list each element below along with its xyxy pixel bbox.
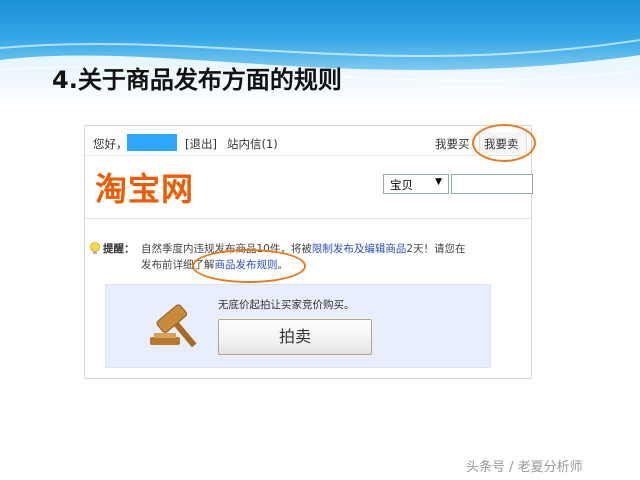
auction-button[interactable]: 拍卖 [218, 319, 372, 355]
divider [85, 218, 531, 219]
notice-text: 2天！请您在 [406, 243, 466, 255]
slide-title: 4.关于商品发布方面的规则 [52, 66, 342, 94]
top-bar: 您好， [退出] 站内信(1) 我要买 我要卖 [85, 132, 531, 156]
watermark: 头条号 / 老夏分析师 [466, 460, 583, 475]
chevron-down-icon: ▼ [435, 177, 442, 187]
rules-highlight-oval [192, 249, 306, 283]
search-input[interactable] [451, 174, 533, 194]
search-category-value: 宝贝 [390, 178, 413, 192]
search-category-select[interactable]: 宝贝 ▼ [383, 174, 449, 194]
notice-label: 提醒： [103, 243, 135, 255]
notice-line-1: 自然季度内违规发布商品10件，将被限制发布及编辑商品2天！请您在 [141, 242, 466, 257]
greeting-text: 您好， [93, 137, 128, 151]
auction-description: 无底价起拍让买家竞价购买。 [218, 299, 355, 311]
restriction-link[interactable]: 限制发布及编辑商品 [312, 243, 407, 255]
gavel-icon [150, 304, 197, 348]
taobao-screenshot: 您好， [退出] 站内信(1) 我要买 我要卖 淘宝网 宝贝 ▼ 提醒： 自然季… [84, 125, 533, 379]
divider [85, 155, 531, 156]
logout-link[interactable]: [退出] [185, 136, 217, 152]
taobao-logo[interactable]: 淘宝网 [95, 164, 194, 210]
lightbulb-icon [90, 242, 100, 254]
buy-link[interactable]: 我要买 [435, 136, 470, 152]
username-redaction [127, 134, 177, 151]
inbox-link[interactable]: 站内信(1) [227, 136, 278, 152]
auction-panel: 无底价起拍让买家竞价购买。 拍卖 [105, 284, 491, 368]
sell-highlight-oval [472, 124, 536, 162]
